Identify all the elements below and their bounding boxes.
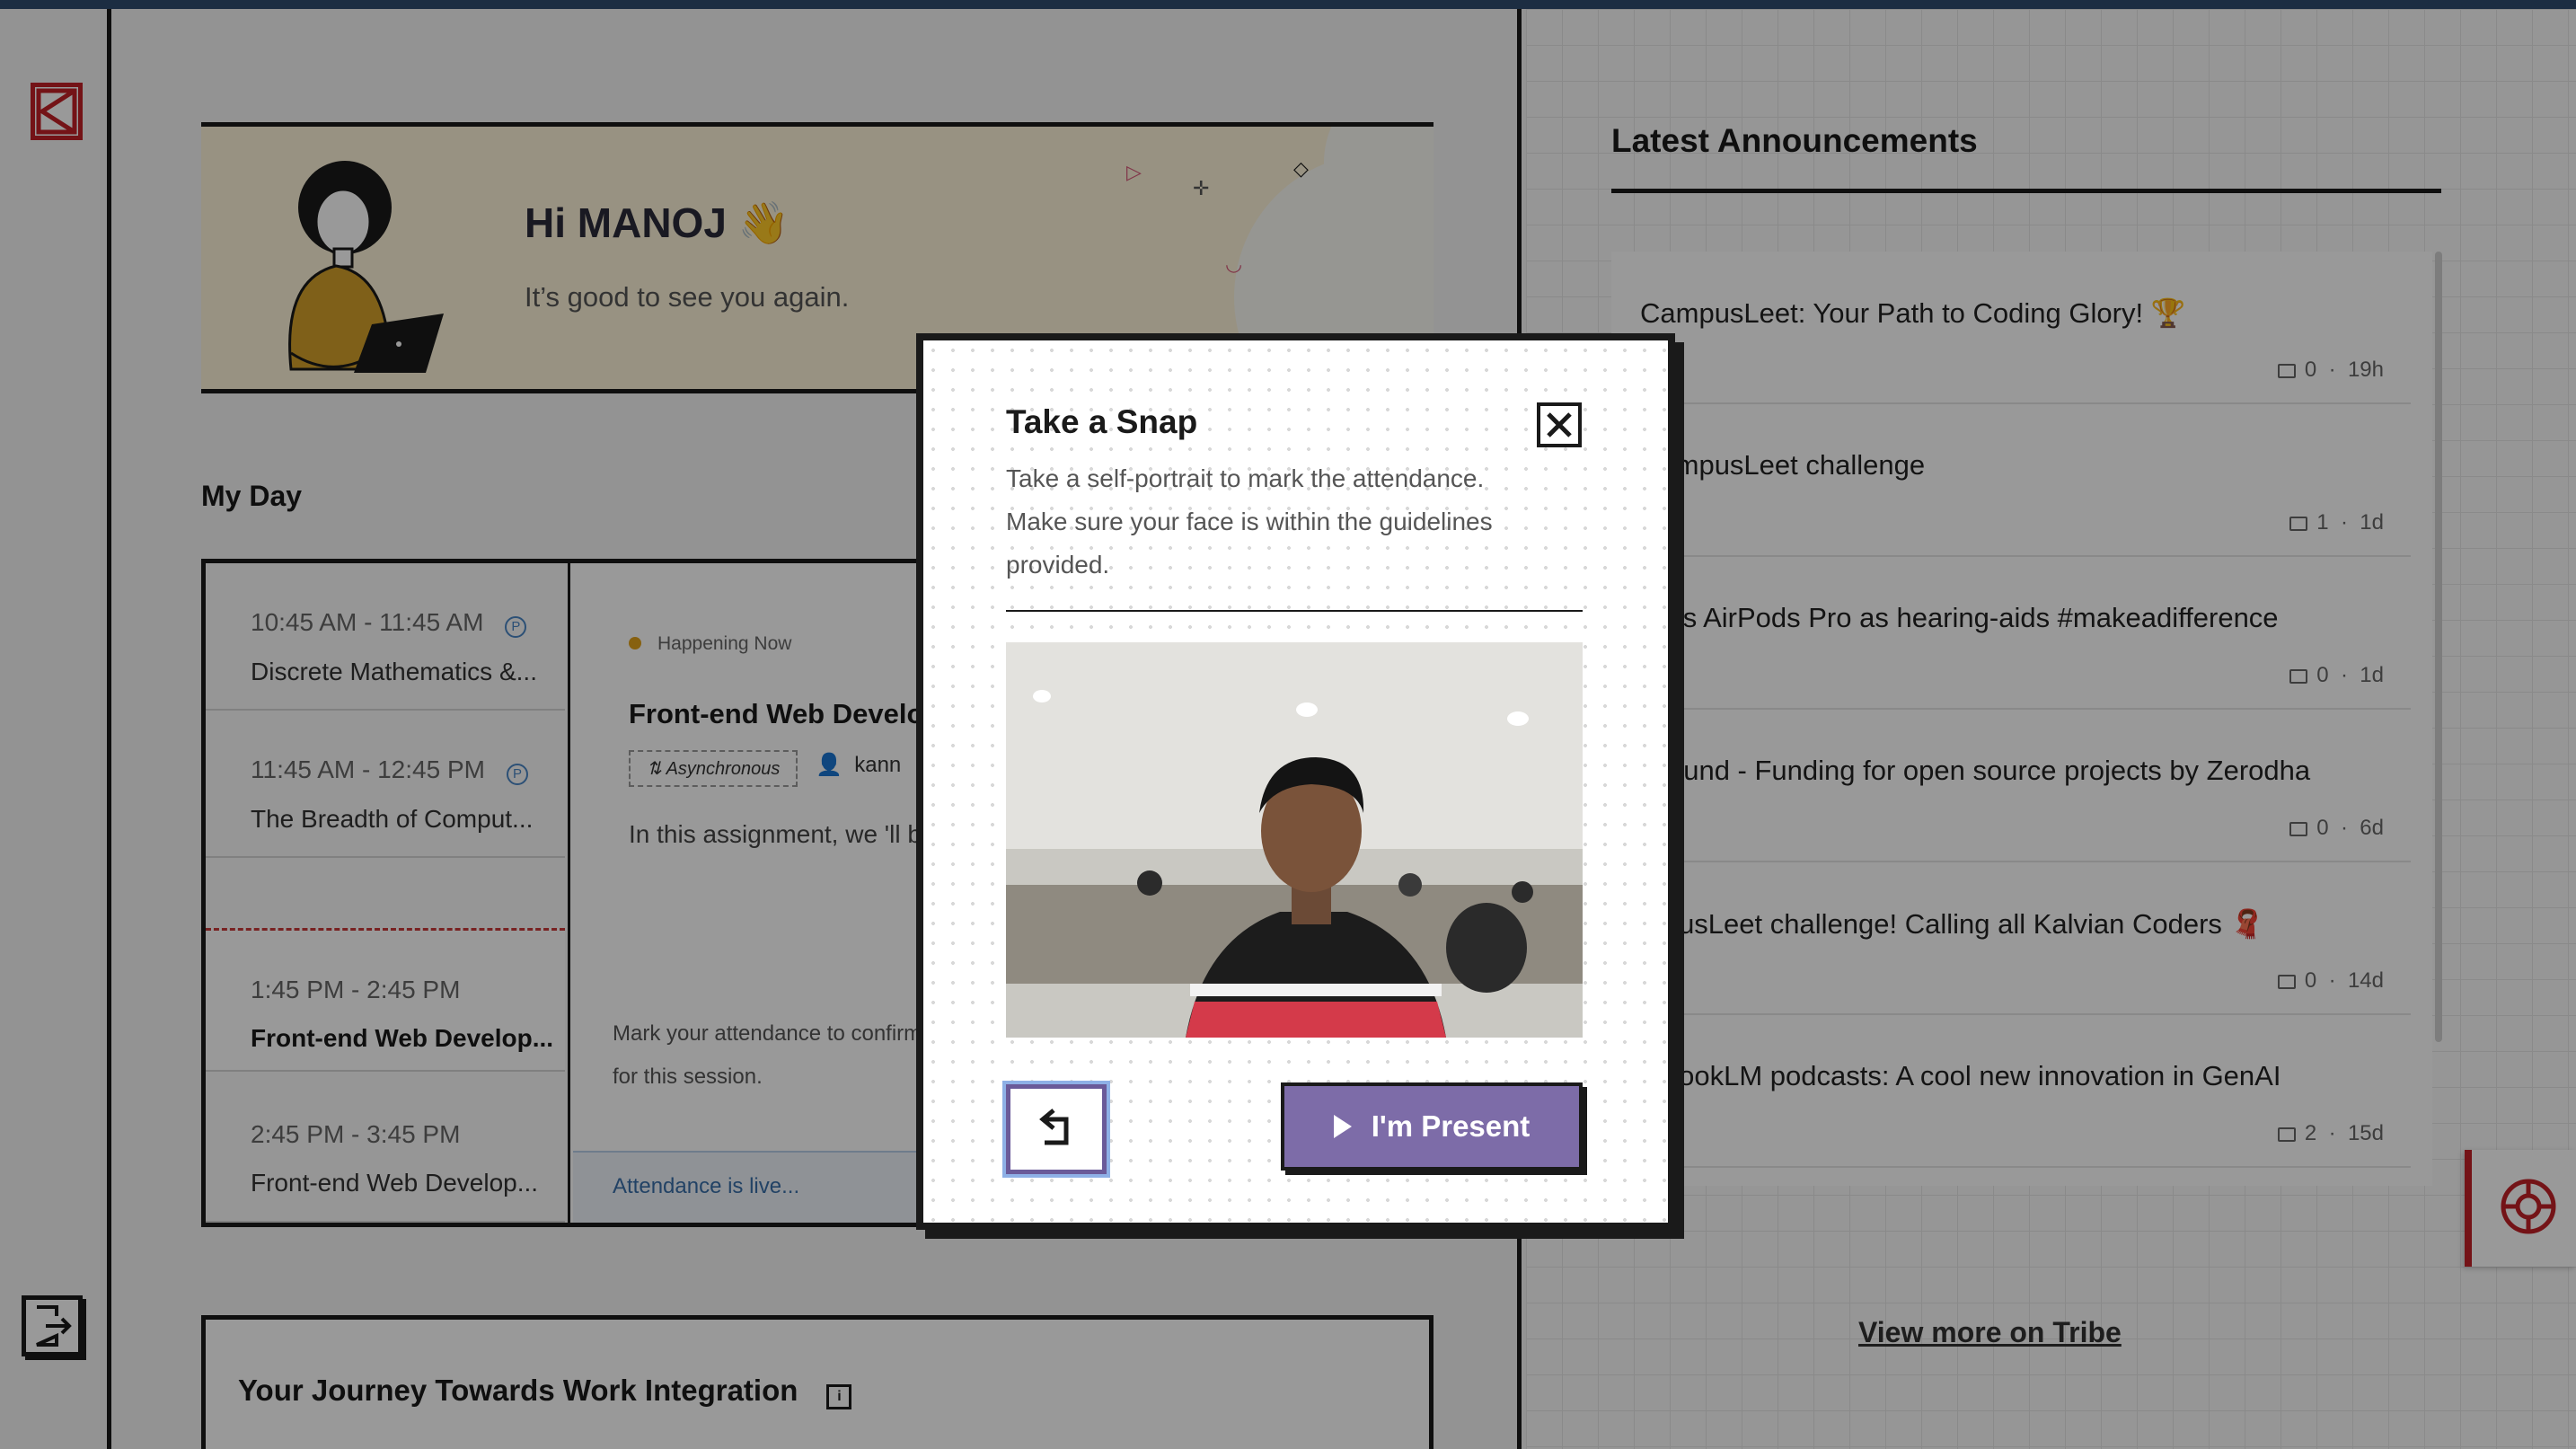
modal-divider — [1006, 610, 1583, 612]
present-button-label: I'm Present — [1371, 1109, 1531, 1143]
camera-preview — [1006, 642, 1583, 1038]
close-icon[interactable] — [1537, 402, 1582, 447]
retake-icon[interactable] — [1002, 1081, 1110, 1178]
modal-title: Take a Snap — [1006, 403, 1198, 440]
im-present-button[interactable]: I'm Present — [1281, 1082, 1583, 1171]
play-icon — [1333, 1115, 1352, 1138]
take-snap-modal: Take a Snap Take a self-portrait to mark… — [916, 333, 1675, 1230]
modal-description: Take a self-portrait to mark the attenda… — [1006, 464, 1493, 579]
